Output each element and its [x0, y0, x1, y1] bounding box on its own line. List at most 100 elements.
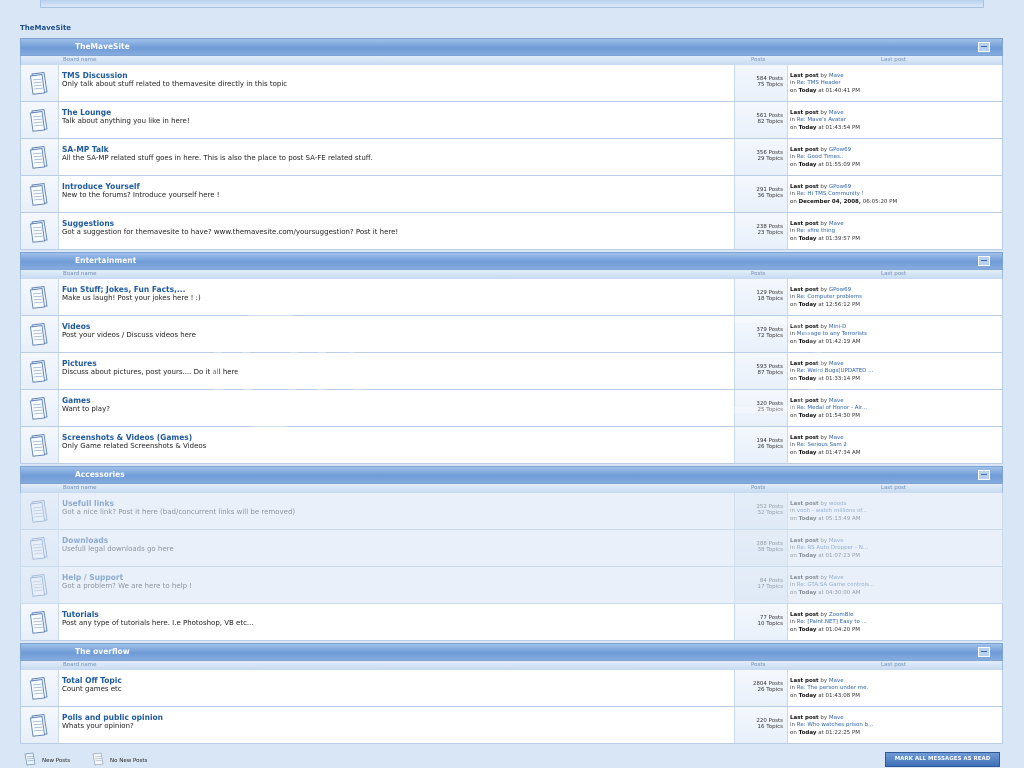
board-name-link[interactable]: TMS Discussion	[62, 71, 128, 80]
last-post-time: at 01:43:54 PM	[818, 125, 861, 131]
topic-count: 29 Topics	[757, 156, 783, 162]
last-post-topic-link[interactable]: Re: Hi TMS Community !	[797, 191, 864, 197]
last-post-topic-link[interactable]: Message to any Terrorists	[797, 331, 867, 337]
col-last-post: Last post	[881, 271, 907, 277]
board-name-link[interactable]: Tutorials	[62, 610, 99, 619]
board-icon	[29, 108, 48, 132]
last-post-user-link[interactable]: Mave	[829, 110, 844, 116]
board-name-link[interactable]: Help / Support	[62, 573, 123, 582]
board-name-link[interactable]: Usefull links	[62, 499, 114, 508]
col-posts: Posts	[751, 485, 766, 491]
topic-count: 25 Topics	[757, 407, 783, 413]
on-label: on	[790, 199, 797, 205]
board-stats: 129 Posts 18 Topics	[734, 279, 788, 315]
board-icon	[29, 396, 48, 420]
last-post-user-link[interactable]: GPow69	[829, 184, 851, 190]
board-name-link[interactable]: Polls and public opinion	[62, 713, 163, 722]
board-stats: 77 Posts 10 Topics	[734, 604, 788, 640]
on-label: on	[790, 516, 797, 522]
last-post-topic-link[interactable]: Re: Weird Bugs[UPDATED ...	[797, 368, 874, 374]
topic-count: 26 Topics	[757, 444, 783, 450]
last-post-time: at 01:33:14 PM	[818, 376, 861, 382]
last-post-topic-link[interactable]: Re: Serious Sam 2	[797, 442, 847, 448]
last-post-topic-link[interactable]: vooh - watch millions of...	[797, 508, 867, 514]
board-name-link[interactable]: Introduce Yourself	[62, 182, 140, 191]
last-post-user-link[interactable]: Mave	[829, 715, 844, 721]
last-post-user-link[interactable]: ZoomBie	[829, 612, 854, 618]
last-post-user-link[interactable]: Mave	[829, 73, 844, 79]
board-name-link[interactable]: Downloads	[62, 536, 108, 545]
last-post-topic-link[interactable]: Re: Computer problems	[797, 294, 862, 300]
last-post-label: Last post	[790, 73, 819, 79]
board-name-link[interactable]: Videos	[62, 322, 90, 331]
board-icon	[29, 182, 48, 206]
category-header: Entertainment	[20, 252, 1003, 270]
board-name-link[interactable]: SA-MP Talk	[62, 145, 109, 154]
collapse-toggle[interactable]	[978, 470, 990, 480]
last-post-topic-link[interactable]: Re: TMS Header	[797, 80, 841, 86]
on-label: on	[790, 730, 797, 736]
last-post-topic-link[interactable]: Re: The person under me.	[797, 685, 868, 691]
last-post-user-link[interactable]: woods	[829, 501, 847, 507]
last-post-topic-link[interactable]: Re: Medal of Honor - Air...	[797, 405, 867, 411]
collapse-toggle[interactable]	[978, 256, 990, 266]
topic-count: 10 Topics	[757, 621, 783, 627]
in-label: in	[790, 368, 796, 374]
last-post-topic-link[interactable]: Re: sfire thing	[797, 228, 835, 234]
collapse-toggle[interactable]	[978, 42, 990, 52]
mark-all-read-button[interactable]: MARK ALL MESSAGES AS READ	[885, 752, 1000, 767]
last-post-user-link[interactable]: Mave	[829, 221, 844, 227]
last-post-topic-link[interactable]: Re: [Paint.NET] Easy to ...	[797, 619, 867, 625]
last-post-topic-link[interactable]: Re: Good Times..	[797, 154, 844, 160]
category-title[interactable]: Entertainment	[75, 256, 136, 265]
last-post-user-link[interactable]: Mini-D	[829, 324, 847, 330]
board-info: Total Off Topic Count games etc	[62, 670, 732, 706]
board-name-link[interactable]: The Lounge	[62, 108, 111, 117]
last-post-topic-link[interactable]: Re: GTA:SA Game controls...	[797, 582, 874, 588]
last-post-user-link[interactable]: GPow69	[829, 287, 851, 293]
board-stats: 194 Posts 26 Topics	[734, 427, 788, 463]
last-post-user-link[interactable]: Mave	[829, 361, 844, 367]
board-icon	[29, 322, 48, 346]
category-title[interactable]: TheMaveSite	[75, 42, 130, 51]
board-name-link[interactable]: Fun Stuff; Jokes, Fun Facts,...	[62, 285, 185, 294]
category-title[interactable]: The overflow	[75, 647, 130, 656]
last-post-user-link[interactable]: Mave	[829, 398, 844, 404]
board-name-link[interactable]: Total Off Topic	[62, 676, 122, 685]
breadcrumb-site-link[interactable]: TheMaveSite	[20, 24, 71, 32]
last-post-user-link[interactable]: GPow69	[829, 147, 851, 153]
board-icon-cell	[21, 707, 59, 743]
last-post-time: at 01:40:41 PM	[818, 88, 861, 94]
last-post-topic-link[interactable]: Re: Who watches prison b...	[797, 722, 874, 728]
category-title[interactable]: Accessories	[75, 470, 125, 479]
board-name-link[interactable]: Suggestions	[62, 219, 114, 228]
board-description: Count games etc	[62, 685, 122, 693]
last-post-user-link[interactable]: Mave	[829, 538, 844, 544]
board-info: The Lounge Talk about anything you like i…	[62, 102, 732, 138]
collapse-toggle[interactable]	[978, 647, 990, 657]
last-post-date: Today	[798, 413, 817, 419]
col-last-post: Last post	[881, 485, 907, 491]
board-name-link[interactable]: Games	[62, 396, 91, 405]
last-post-info: Last post by GPow69 in Re: Hi TMS Communi…	[790, 176, 1002, 212]
on-label: on	[790, 339, 797, 345]
board-name-link[interactable]: Pictures	[62, 359, 97, 368]
last-post-user-link[interactable]: Mave	[829, 678, 844, 684]
last-post-time: 06:05:20 PM	[862, 199, 898, 205]
last-post-user-link[interactable]: Mave	[829, 435, 844, 441]
last-post-time: at 04:30:00 AM	[818, 590, 861, 596]
last-post-time: at 01:42:19 AM	[818, 339, 861, 345]
last-post-date: Today	[798, 302, 817, 308]
last-post-topic-link[interactable]: Re: RS Auto Dropper - N...	[797, 545, 868, 551]
last-post-topic-link[interactable]: Re: Mave's Avatar	[797, 117, 846, 123]
board-description: Post your videos / Discuss videos here	[62, 331, 196, 339]
category-section: The overflow Board name Posts Last post Tota…	[20, 643, 1003, 744]
board-name-link[interactable]: Screenshots & Videos (Games)	[62, 433, 192, 442]
last-post-user-link[interactable]: Mave	[829, 575, 844, 581]
in-label: in	[790, 582, 796, 588]
in-label: in	[790, 722, 796, 728]
board-info: Tutorials Post any type of tutorials here…	[62, 604, 732, 640]
last-post-info: Last post by Mave in Re: Medal of Honor -…	[790, 390, 1002, 426]
board-row: Screenshots & Videos (Games) Only Game re…	[20, 427, 1003, 464]
board-stats: 291 Posts 36 Topics	[734, 176, 788, 212]
